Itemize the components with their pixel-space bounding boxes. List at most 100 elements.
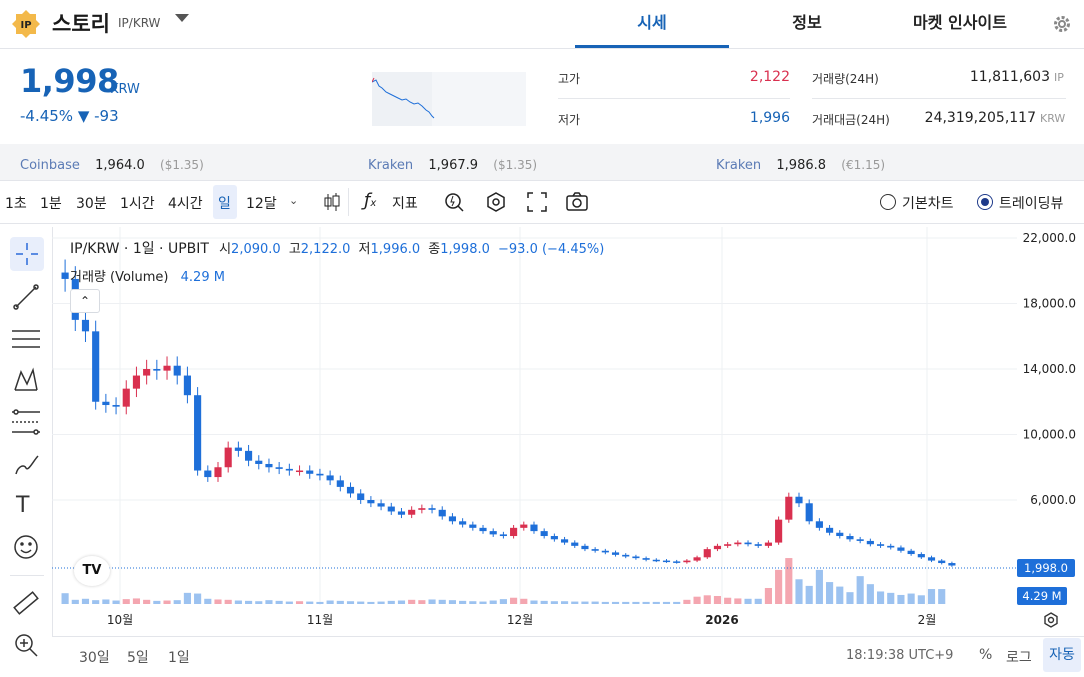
volume-bar [71, 599, 79, 604]
volume-bar [143, 599, 151, 604]
alert-icon[interactable] [442, 190, 466, 214]
range-30d[interactable]: 30일 [79, 647, 110, 667]
exchange-item[interactable]: Coinbase 1,964.0 ($1.35) [20, 154, 204, 173]
zoom-in-icon[interactable] [12, 631, 40, 663]
price-chart[interactable]: 22,000.018,000.014,000.010,000.06,000.0 … [52, 227, 1084, 635]
candle-body [520, 524, 528, 528]
volume-bar [754, 598, 762, 604]
candle-body [357, 493, 365, 500]
tab-market-insight[interactable]: 마켓 인사이트 [884, 0, 1036, 48]
candle-body [836, 532, 844, 537]
volume-bar [734, 598, 742, 604]
time-axis[interactable]: 10월 11월 12월 2026 2월 [107, 613, 937, 627]
candle-body [438, 509, 446, 517]
close-label-legend: 종 [428, 242, 441, 257]
timeframe-30m[interactable]: 30분 [76, 193, 107, 213]
camera-icon[interactable] [565, 190, 589, 214]
volume-bar [61, 593, 69, 604]
view-basic-chart-label[interactable]: 기본차트 [902, 193, 954, 213]
volume-bar [907, 593, 915, 604]
candle-body [245, 450, 253, 461]
exchange-item[interactable]: Kraken 1,986.8 (€1.15) [716, 154, 885, 173]
horizontal-lines-icon[interactable] [12, 325, 40, 357]
clock-timezone[interactable]: 18:19:38 UTC+9 [846, 648, 953, 663]
timeframe-1d[interactable]: 일 [218, 193, 231, 213]
tab-quote[interactable]: 시세 [575, 0, 729, 48]
pattern-tool-icon[interactable] [12, 366, 40, 398]
candle-body [662, 560, 671, 563]
percent-toggle[interactable]: % [979, 647, 992, 663]
crosshair-tool[interactable] [10, 237, 44, 271]
tradingview-logo-icon[interactable]: TV [74, 556, 110, 586]
volume-bar [163, 600, 171, 604]
ruler-icon[interactable] [12, 589, 40, 621]
radio-tradingview[interactable] [977, 194, 993, 210]
auto-scale-toggle[interactable]: 자동 [1043, 638, 1081, 672]
volume-bar [377, 601, 385, 604]
coin-dropdown-icon[interactable] [175, 14, 189, 22]
axis-settings-icon[interactable] [1041, 610, 1061, 634]
candle-body [764, 542, 772, 546]
volume-bar [510, 597, 518, 604]
candle-body [153, 369, 161, 371]
price-axis[interactable]: 22,000.0 18,000.0 14,000.0 10,000.0 6,000.0 [1023, 231, 1076, 507]
high-label-legend: 고 [288, 242, 301, 257]
candle-body [601, 550, 609, 553]
volume-bar [601, 601, 609, 604]
volume-bar [306, 601, 314, 604]
timeframe-4h[interactable]: 4시간 [168, 193, 203, 213]
function-fx-icon[interactable]: ƒx [364, 190, 376, 211]
trendline-icon[interactable] [12, 283, 40, 315]
collapse-legend-chevron-icon[interactable]: ⌃ [70, 289, 100, 313]
price-unit: KRW [110, 82, 140, 97]
candle-body [275, 467, 283, 469]
volume-bar [459, 600, 467, 604]
volume-bar [805, 585, 813, 604]
ohlc-legend: IP/KRW · 1일 · UPBIT 시2,090.0 고2,122.0 저1… [70, 238, 604, 258]
gear-icon[interactable] [1052, 14, 1072, 34]
volume-bar [581, 601, 589, 604]
radio-basic-chart[interactable] [880, 194, 896, 210]
text-tool-icon[interactable]: T [16, 493, 29, 518]
indicator-button[interactable]: 지표 [392, 193, 418, 213]
candle-body [295, 470, 304, 473]
timeframe-12mo[interactable]: 12달 [246, 193, 277, 213]
candle-body [489, 531, 497, 535]
volume-bar [713, 595, 722, 604]
volume-bar [775, 569, 783, 604]
candlestick-type-icon[interactable] [320, 190, 344, 214]
range-1d[interactable]: 1일 [168, 647, 190, 667]
amount-24h-unit: KRW [1040, 112, 1066, 125]
chevron-down-icon[interactable]: ⌄ [289, 194, 298, 207]
volume-bar [102, 599, 110, 604]
candle-body [194, 395, 202, 471]
volume-bar [194, 593, 202, 604]
candle-body [336, 480, 344, 487]
volume-bar [520, 598, 528, 604]
timeframe-1h[interactable]: 1시간 [120, 193, 155, 213]
fib-retracement-icon[interactable] [12, 408, 40, 440]
volume-bar [204, 598, 212, 604]
exchange-name: Kraken [368, 158, 414, 173]
divider [812, 98, 1066, 99]
volume-bar [550, 601, 558, 604]
candle-body [408, 509, 416, 515]
candle-body [907, 550, 915, 555]
high-value: 2,122 [749, 69, 790, 85]
hexagon-settings-icon[interactable] [484, 190, 508, 214]
view-tradingview-label[interactable]: 트레이딩뷰 [999, 193, 1063, 213]
timeframe-1m[interactable]: 1분 [40, 193, 62, 213]
timeframe-1s[interactable]: 1초 [5, 193, 27, 213]
volume-24h-label: 거래량(24H) [812, 72, 879, 86]
emoji-icon[interactable] [12, 533, 40, 565]
fullscreen-icon[interactable] [525, 190, 549, 214]
range-5d[interactable]: 5일 [127, 647, 149, 667]
tab-info[interactable]: 정보 [730, 0, 884, 48]
exchange-item[interactable]: Kraken 1,967.9 ($1.35) [368, 154, 537, 173]
volume-bar [683, 599, 691, 604]
volume-bar [367, 601, 375, 604]
candle-body [734, 542, 742, 545]
log-toggle[interactable]: 로그 [1006, 647, 1032, 667]
brush-icon[interactable] [12, 450, 40, 482]
candle-body [632, 556, 640, 559]
